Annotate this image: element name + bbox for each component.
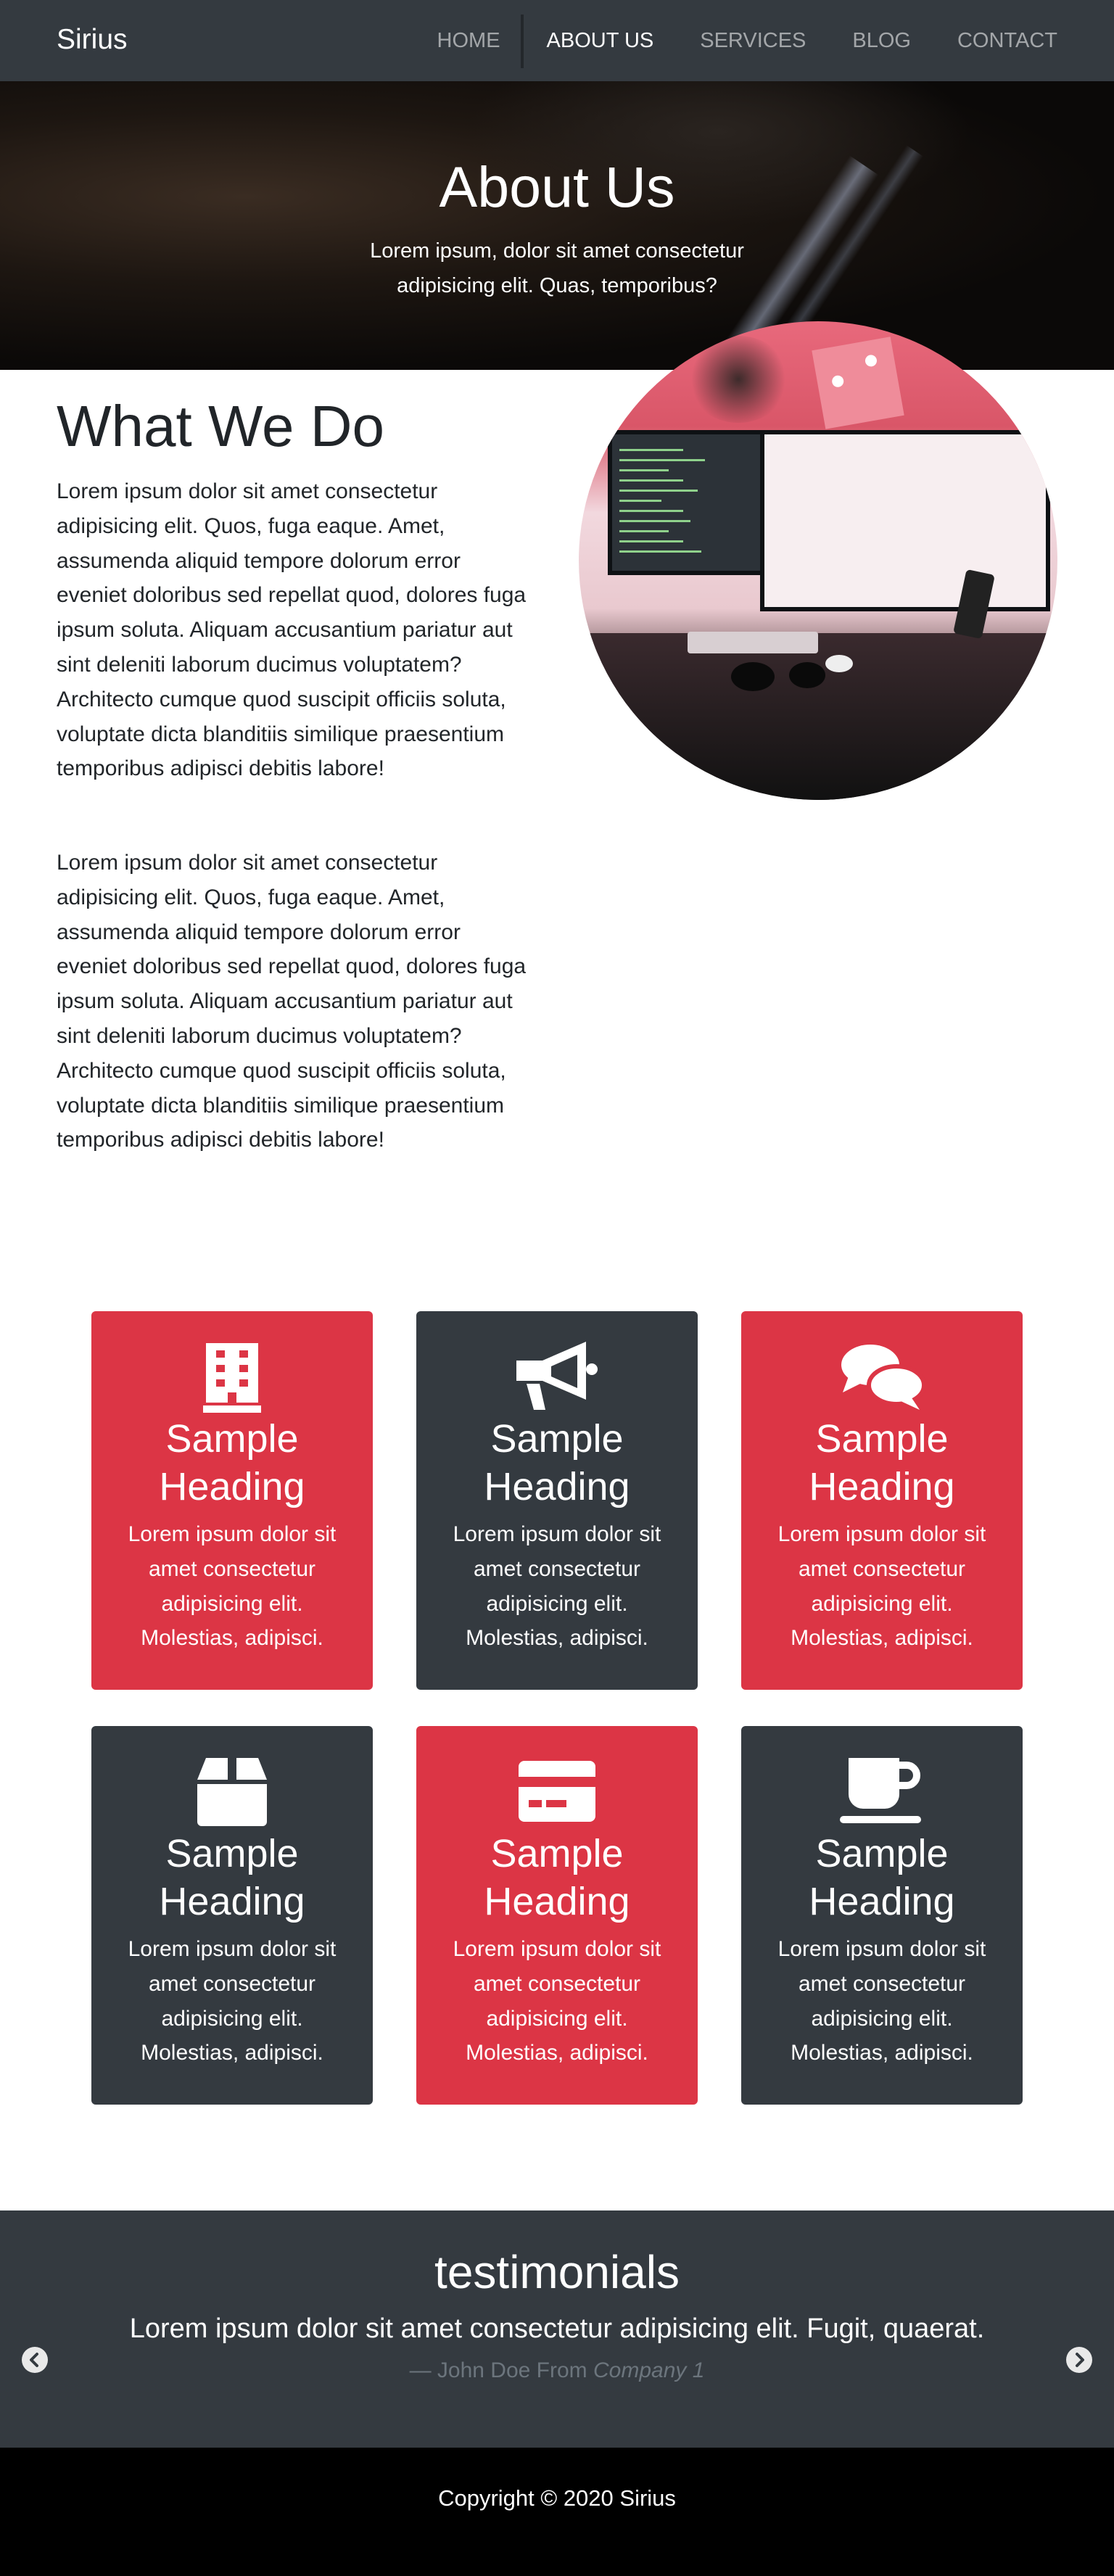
box-icon <box>91 1755 373 1828</box>
chevron-left-icon <box>30 2353 38 2367</box>
image-box <box>812 337 904 429</box>
coffee-cup-icon <box>741 1755 1023 1828</box>
workspace-image <box>579 321 1057 800</box>
nav-item-services[interactable]: SERVICES <box>677 0 829 81</box>
card-text: Lorem ipsum dolor sit amet consectetur a… <box>128 1937 337 2065</box>
hero-title: About Us <box>439 154 675 219</box>
image-monitor <box>760 430 1050 611</box>
card-heading: Sample Heading <box>484 1417 630 1508</box>
service-card: Sample Heading Lorem ipsum dolor sit ame… <box>91 1311 373 1690</box>
testimonial-quote: Lorem ipsum dolor sit amet consectetur a… <box>129 2313 985 2344</box>
card-text: Lorem ipsum dolor sit amet consectetur a… <box>128 1522 337 1651</box>
card-heading: Sample Heading <box>484 1832 630 1923</box>
megaphone-icon <box>416 1340 698 1413</box>
service-card: Sample Heading Lorem ipsum dolor sit ame… <box>741 1311 1023 1690</box>
chevron-right-icon <box>1076 2353 1084 2367</box>
hero-banner: About Us Lorem ipsum, dolor sit amet con… <box>0 81 1114 370</box>
section-title: What We Do <box>57 394 384 458</box>
testimonial-author: — John Doe From Company 1 <box>0 2358 1114 2383</box>
image-desk <box>579 633 1057 800</box>
nav-menu: HOME ABOUT US SERVICES BLOG CONTACT <box>414 0 1114 81</box>
image-mouse <box>825 655 853 672</box>
navbar: Sirius HOME ABOUT US SERVICES BLOG CONTA… <box>0 0 1114 81</box>
image-keyboard <box>688 632 818 653</box>
footer-copyright: Copyright © 2020 Sirius <box>438 2485 676 2511</box>
comments-icon <box>741 1340 1023 1413</box>
testimonials-title: testimonials <box>434 2246 680 2298</box>
testimonials-section: testimonials Lorem ipsum dolor sit amet … <box>0 2210 1114 2448</box>
service-card: Sample Heading Lorem ipsum dolor sit ame… <box>416 1726 698 2105</box>
image-cup <box>789 662 825 688</box>
nav-item-blog[interactable]: BLOG <box>829 0 934 81</box>
card-heading: Sample Heading <box>809 1417 955 1508</box>
hero-subtitle: Lorem ipsum, dolor sit amet consectetur … <box>370 239 744 297</box>
image-cup <box>731 662 775 691</box>
credit-card-icon <box>416 1755 698 1828</box>
testimonial-author-name: — John Doe From <box>409 2358 593 2382</box>
image-monitor <box>608 430 782 575</box>
testimonial-company: Company 1 <box>593 2358 705 2382</box>
service-card: Sample Heading Lorem ipsum dolor sit ame… <box>91 1726 373 2105</box>
card-text: Lorem ipsum dolor sit amet consectetur a… <box>453 1937 661 2065</box>
card-heading: Sample Heading <box>159 1832 305 1923</box>
card-heading: Sample Heading <box>809 1832 955 1923</box>
footer: Copyright © 2020 Sirius <box>0 2448 1114 2576</box>
building-icon <box>91 1340 373 1413</box>
carousel-prev-button[interactable] <box>22 2347 48 2373</box>
nav-item-contact[interactable]: CONTACT <box>934 0 1081 81</box>
brand-logo[interactable]: Sirius <box>57 0 128 81</box>
card-text: Lorem ipsum dolor sit amet consectetur a… <box>777 1522 986 1651</box>
about-paragraph: Lorem ipsum dolor sit amet consectetur a… <box>57 479 527 781</box>
nav-item-home[interactable]: HOME <box>414 0 524 81</box>
card-heading: Sample Heading <box>159 1417 305 1508</box>
service-card: Sample Heading Lorem ipsum dolor sit ame… <box>416 1311 698 1690</box>
card-text: Lorem ipsum dolor sit amet consectetur a… <box>453 1522 661 1651</box>
service-card: Sample Heading Lorem ipsum dolor sit ame… <box>741 1726 1023 2105</box>
about-paragraph: Lorem ipsum dolor sit amet consectetur a… <box>57 851 527 1152</box>
image-plant <box>688 336 789 423</box>
carousel-next-button[interactable] <box>1066 2347 1092 2373</box>
nav-item-about-us[interactable]: ABOUT US <box>524 0 677 81</box>
card-text: Lorem ipsum dolor sit amet consectetur a… <box>777 1937 986 2065</box>
